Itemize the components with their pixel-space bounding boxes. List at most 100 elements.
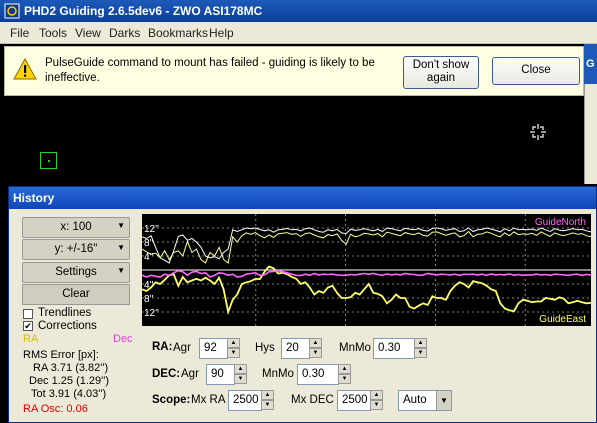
history-window: History x: 100 ▼ y: +/-16" ▼ Settings ▼ … [8, 186, 597, 423]
y-tick-label: 8'' [144, 294, 153, 305]
spin-down-icon[interactable]: ▼ [261, 400, 274, 410]
ra-agr-arrows[interactable]: ▲ ▼ [227, 338, 240, 359]
dec-row-label: DEC: [152, 368, 181, 380]
mx-ra-value: 2500 [233, 394, 259, 406]
y-tick-label: 12'' [144, 224, 159, 235]
ra-mnmo-value: 0.30 [378, 342, 401, 354]
menu-help[interactable]: Help [209, 26, 234, 40]
mx-ra-spinner[interactable]: 2500 ▲ ▼ [228, 390, 274, 411]
menu-view[interactable]: View [75, 26, 101, 40]
ra-mnmo-arrows[interactable]: ▲ ▼ [414, 338, 427, 359]
spin-up-icon[interactable]: ▲ [227, 338, 240, 348]
mx-dec-spinner[interactable]: 2500 ▲ ▼ [337, 390, 383, 411]
dec-agr-label: Agr [181, 368, 199, 380]
spin-down-icon[interactable]: ▼ [414, 348, 427, 358]
dec-mode-select[interactable]: Auto ▼ [398, 390, 452, 411]
settings-dropdown[interactable]: Settings ▼ [22, 262, 130, 283]
guide-east-label: GuideEast [539, 314, 586, 325]
window-title: PHD2 Guiding 2.6.5dev6 - ZWO ASI178MC [24, 4, 263, 18]
ra-hys-value: 20 [286, 342, 299, 354]
chevron-down-icon: ▼ [117, 243, 125, 252]
graph-grid [142, 214, 591, 326]
dec-mnmo-label: MnMo [262, 368, 294, 380]
rms-ra: RA 3.71 (3.82'') [33, 362, 109, 374]
spin-down-icon[interactable]: ▼ [234, 374, 247, 384]
mx-dec-label: Mx DEC [291, 394, 334, 406]
dec-legend: Dec [113, 333, 133, 345]
side-pane-label: G [586, 58, 595, 70]
clear-button[interactable]: Clear [22, 284, 130, 305]
ra-mnmo-label: MnMo [339, 342, 371, 354]
menu-darks[interactable]: Darks [109, 26, 140, 40]
spin-up-icon[interactable]: ▲ [234, 364, 247, 374]
menu-file[interactable]: File [10, 26, 29, 40]
dec-agr-spinner[interactable]: 90 ▲ ▼ [206, 364, 247, 385]
ra-agr-spinner[interactable]: 92 ▲ ▼ [199, 338, 240, 359]
spin-down-icon[interactable]: ▼ [227, 348, 240, 358]
ra-hys-label: Hys [255, 342, 275, 354]
guide-north-label: GuideNorth [535, 217, 586, 228]
warning-icon [13, 58, 37, 80]
history-title: History [13, 191, 55, 205]
spin-up-icon[interactable]: ▲ [261, 390, 274, 400]
ra-agr-label: Agr [173, 342, 191, 354]
spin-up-icon[interactable]: ▲ [414, 338, 427, 348]
window-titlebar[interactable]: PHD2 Guiding 2.6.5dev6 - ZWO ASI178MC [0, 0, 597, 22]
dec-mnmo-spinner[interactable]: 0.30 ▲ ▼ [297, 364, 351, 385]
ra-hys-spinner[interactable]: 20 ▲ ▼ [281, 338, 322, 359]
spin-down-icon[interactable]: ▼ [370, 400, 383, 410]
scope-row-label: Scope: [152, 394, 191, 406]
chevron-down-icon[interactable]: ▼ [436, 391, 451, 410]
mx-dec-value: 2500 [342, 394, 368, 406]
menu-bookmarks[interactable]: Bookmarks [148, 26, 208, 40]
history-titlebar[interactable]: History [9, 187, 596, 209]
ra-legend: RA [23, 333, 39, 345]
history-graph[interactable]: 12''8''4''4''8''12'' GuideNorth GuideEas… [142, 214, 591, 326]
close-alert-button[interactable]: Close [492, 57, 580, 85]
spin-up-icon[interactable]: ▲ [309, 338, 322, 348]
guide-star-dot [48, 160, 50, 162]
y-tick-label: 12'' [144, 308, 159, 319]
mx-ra-label: Mx RA [191, 394, 226, 406]
x-scale-label: x: 100 [60, 221, 92, 233]
mx-dec-arrows[interactable]: ▲ ▼ [370, 390, 383, 411]
side-pane-header: G [584, 44, 597, 84]
ra-osc: RA Osc: 0.06 [23, 403, 88, 415]
chevron-down-icon: ▼ [117, 221, 125, 230]
menubar: File Tools View Darks Bookmarks Help [0, 22, 597, 44]
chevron-down-icon: ▼ [117, 266, 125, 275]
phd2-app-icon [4, 3, 20, 19]
dec-mnmo-arrows[interactable]: ▲ ▼ [338, 364, 351, 385]
ra-hys-arrows[interactable]: ▲ ▼ [309, 338, 322, 359]
corrections-checkbox[interactable]: ✔ [23, 321, 33, 331]
spin-down-icon[interactable]: ▼ [338, 374, 351, 384]
spin-up-icon[interactable]: ▲ [338, 364, 351, 374]
trendlines-checkbox[interactable] [23, 309, 33, 319]
settings-label: Settings [55, 266, 97, 278]
spin-up-icon[interactable]: ▲ [370, 390, 383, 400]
lock-position-crosshair-icon [530, 124, 546, 140]
spin-down-icon[interactable]: ▼ [309, 348, 322, 358]
y-tick-label: 8'' [144, 238, 153, 249]
dec-mode-value: Auto [403, 394, 427, 406]
alert-message: PulseGuide command to mount has failed -… [45, 57, 375, 84]
ra-row-label: RA: [152, 341, 173, 353]
dont-show-again-button[interactable]: Don't show again [403, 56, 479, 89]
alert-infobar: PulseGuide command to mount has failed -… [4, 46, 584, 96]
rms-tot: Tot 3.91 (4.03'') [31, 388, 107, 400]
menu-tools[interactable]: Tools [39, 26, 67, 40]
mx-ra-arrows[interactable]: ▲ ▼ [261, 390, 274, 411]
ra-agr-value: 92 [204, 342, 217, 354]
dec-agr-arrows[interactable]: ▲ ▼ [234, 364, 247, 385]
rms-dec: Dec 1.25 (1.29'') [29, 375, 110, 387]
dec-agr-value: 90 [211, 368, 224, 380]
correction-trace [142, 230, 591, 264]
ra-mnmo-spinner[interactable]: 0.30 ▲ ▼ [373, 338, 427, 359]
side-pane-body [584, 84, 597, 184]
y-scale-label: y: +/-16" [54, 243, 98, 255]
y-scale-dropdown[interactable]: y: +/-16" ▼ [22, 239, 130, 260]
trendlines-label: Trendlines [38, 307, 92, 319]
dec-mnmo-value: 0.30 [302, 368, 325, 380]
dec-trace [142, 269, 591, 278]
x-scale-dropdown[interactable]: x: 100 ▼ [22, 217, 130, 238]
